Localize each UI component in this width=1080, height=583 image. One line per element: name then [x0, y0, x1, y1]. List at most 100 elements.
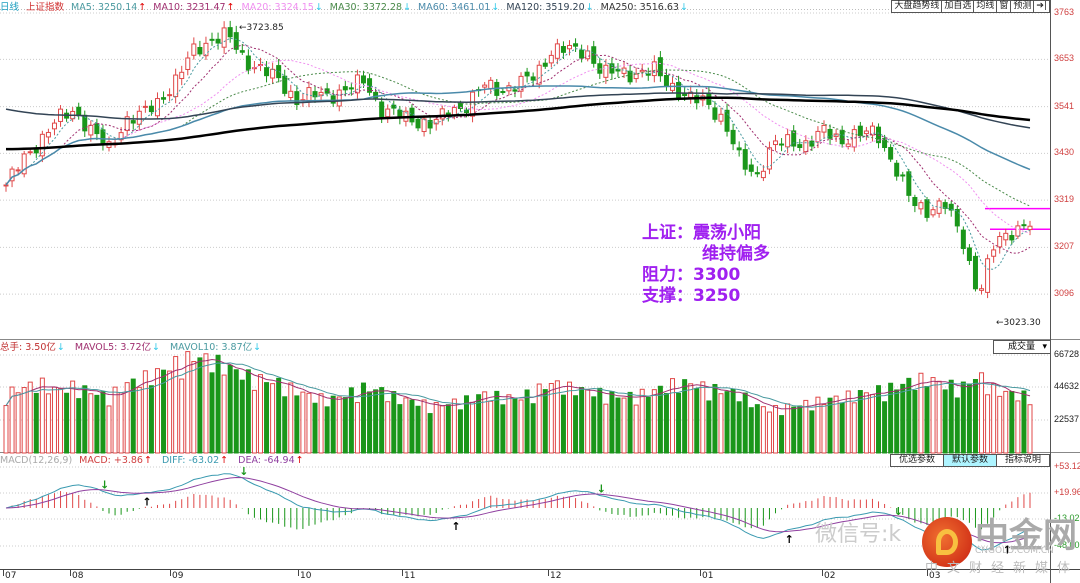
macd-param-button[interactable]: 优选参数	[889, 454, 944, 467]
candle-up	[639, 69, 645, 73]
candle-down	[730, 129, 736, 145]
candle-down	[227, 27, 233, 38]
volume-bar	[773, 405, 779, 454]
volume-axis-label: 66728	[1054, 349, 1080, 359]
candle-down	[197, 47, 203, 55]
volume-bar	[706, 400, 712, 454]
candle-down	[360, 75, 366, 84]
volume-axis-label: 44632	[1054, 381, 1080, 391]
volume-bar	[1009, 391, 1015, 454]
candle-up	[1027, 225, 1033, 231]
volume-bar	[482, 391, 488, 454]
volume-bar	[148, 385, 154, 454]
volume-bar	[627, 391, 633, 454]
macd-axis-label: +53.12	[1054, 461, 1080, 471]
volume-bar	[191, 361, 197, 454]
toolbar-button[interactable]: 窗	[996, 0, 1012, 13]
volume-bar	[585, 389, 591, 454]
stock-chart[interactable]: ↓ ↑ ↓ ↑ ↓ ↑ ↓ ↑	[0, 0, 1080, 583]
volume-bar	[718, 393, 724, 454]
candle-down	[712, 107, 718, 120]
candle-up	[318, 91, 324, 96]
volume-bar	[766, 411, 772, 454]
volume-bar	[330, 395, 336, 454]
macd-name: MACD(12,26,9)	[0, 455, 73, 466]
volume-bar	[597, 387, 603, 454]
candle-up	[718, 113, 724, 122]
volume-bar	[282, 396, 288, 454]
low-label: ←3023.30	[996, 318, 1041, 328]
volume-bar	[33, 392, 39, 454]
volume-bar	[94, 394, 100, 454]
candle-down	[560, 46, 566, 53]
volume-bar	[58, 388, 64, 454]
volume-header: 总手: 3.50亿↓ MAVOL5: 3.72亿↓ MAVOL10: 3.87亿…	[0, 342, 262, 353]
death-cross-arrow-icon: ↓	[597, 482, 606, 495]
volume-bar	[433, 402, 439, 454]
volume-bar	[15, 392, 21, 454]
note-support: 支撑：3250	[642, 286, 741, 306]
candle-up	[27, 151, 33, 154]
volume-bar	[803, 399, 809, 454]
volume-bar	[754, 404, 760, 454]
volume-bar	[300, 391, 306, 454]
volume-bar	[451, 398, 457, 454]
toolbar-button[interactable]: 大盘趋势线	[891, 0, 943, 13]
volume-bar	[621, 397, 627, 454]
macd-param-button[interactable]: 默认参数	[942, 454, 997, 467]
collapse-right-icon[interactable]: ➔|	[1033, 0, 1050, 13]
indicator-dropdown[interactable]: 成交量 ▾	[993, 340, 1051, 354]
candle-down	[542, 62, 548, 67]
date-label: 11	[404, 571, 416, 581]
volume-bar	[1021, 390, 1027, 454]
candle-down	[791, 130, 797, 147]
volume-bar	[985, 394, 991, 454]
volume-bar	[385, 401, 391, 454]
volume-bar	[712, 384, 718, 454]
volume-bar	[972, 379, 978, 454]
candle-down	[573, 43, 579, 47]
volume-bar	[906, 377, 912, 454]
candle-down	[960, 229, 966, 249]
candle-down	[264, 67, 270, 77]
candle-down	[239, 50, 245, 53]
candle-down	[748, 164, 754, 172]
volume-bar	[88, 393, 94, 454]
volume-bar	[379, 387, 385, 454]
volume-bar	[742, 392, 748, 454]
analysis-note: 上证：震荡小阳 维持偏多 阻力：3300 支撑：3250	[642, 223, 770, 307]
volume-bar	[530, 403, 536, 454]
volume-bar	[845, 390, 851, 454]
price-axis-label: 3430	[1054, 147, 1075, 158]
candle-up	[603, 64, 609, 78]
volume-bar	[427, 413, 433, 454]
volume-bar	[270, 383, 276, 454]
candle-up	[191, 43, 197, 56]
volume-bar	[694, 388, 700, 454]
candle-down	[924, 199, 930, 218]
toolbar-button[interactable]: 预测	[1010, 0, 1035, 13]
volume-bar	[439, 405, 445, 454]
diff-value: DIFF: -63.02	[161, 455, 220, 466]
candle-up	[482, 84, 488, 88]
volume-bar	[294, 395, 300, 454]
volume-bar	[257, 374, 263, 454]
volume-bar	[700, 381, 706, 454]
volume-bar	[542, 389, 548, 454]
volume-bar	[609, 391, 615, 454]
candle-down	[579, 49, 585, 59]
volume-bar	[966, 383, 972, 454]
macd-param-button[interactable]: 指标说明	[995, 454, 1050, 467]
price-axis-label: 3541	[1054, 100, 1075, 111]
candle-down	[209, 38, 215, 41]
volume-bar	[894, 389, 900, 454]
period-label[interactable]: 日线	[0, 2, 19, 13]
toolbar-button[interactable]: 均线	[973, 0, 998, 13]
note-resistance: 阻力：3300	[642, 265, 741, 285]
toolbar-button[interactable]: 加自选	[941, 0, 975, 13]
candle-up	[136, 110, 142, 125]
candle-up	[185, 57, 191, 70]
volume-bar	[367, 391, 373, 454]
candle-up	[421, 118, 427, 133]
candle-up	[554, 43, 560, 59]
